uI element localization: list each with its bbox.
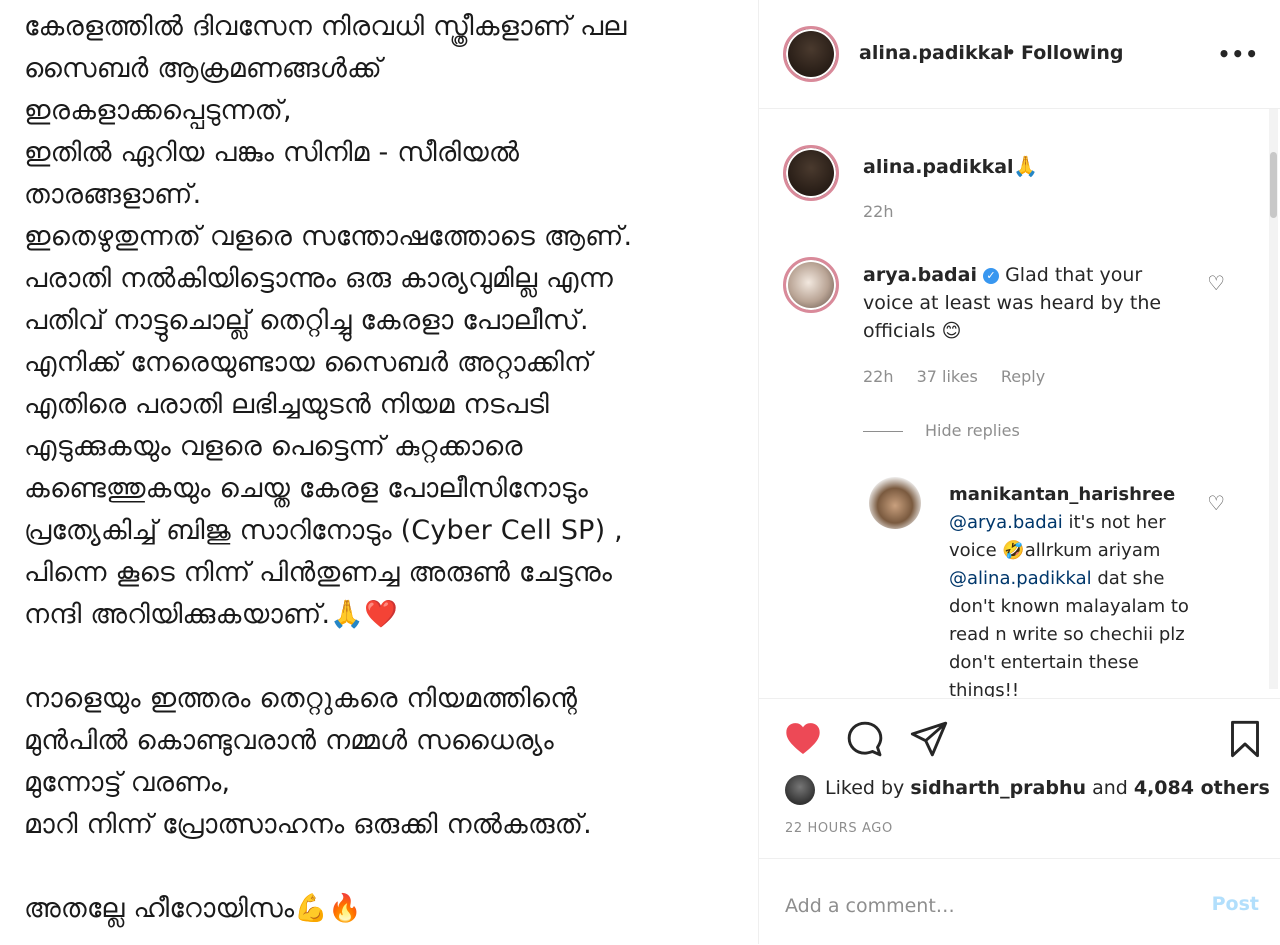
comment: arya.badai ✓ Glad that your voice at lea…: [863, 261, 1183, 345]
mention-link[interactable]: @alina.padikkal: [949, 568, 1092, 589]
liked-by-prefix: Liked by: [825, 777, 911, 799]
comment-icon[interactable]: [845, 719, 885, 759]
post-comment-button[interactable]: Post: [1212, 893, 1259, 915]
hide-replies-button[interactable]: Hide replies: [925, 421, 1020, 440]
comment-username[interactable]: arya.badai: [863, 264, 977, 286]
share-icon[interactable]: [909, 719, 949, 759]
post-line: ഇതിൽ ഏറിയ പങ്കും സിനിമ - സീരിയൽ: [24, 137, 520, 168]
comment-input[interactable]: [783, 889, 1187, 923]
caption-author-avatar[interactable]: [783, 145, 839, 201]
post-sidebar: alina.padikkal • Following ••• alina.pad…: [758, 0, 1280, 944]
commenter-avatar[interactable]: [783, 257, 839, 313]
post-line-blank: [24, 846, 744, 888]
post-line: എതിരെ പരാതി ലഭിച്ചയുടൻ നിയമ നടപടി: [24, 389, 549, 420]
reply-like-icon[interactable]: ♡: [1207, 491, 1225, 515]
comment-meta: 22h 37 likes Reply: [863, 367, 1063, 386]
more-options-icon[interactable]: •••: [1218, 42, 1259, 66]
post-line: കണ്ടെത്തുകയും ചെയ്ത കേരള പോലീസിനോടും: [24, 473, 588, 504]
post-line: പ്രത്യേകിച്ച് ബിജു സാറിനോടും (Cyber Cell…: [24, 515, 623, 546]
post-actions: Liked by sidharth_prabhu and 4,084 other…: [759, 698, 1280, 859]
post-line: ഇരകളാക്കപ്പെടുന്നത്,: [24, 95, 292, 126]
reply-username[interactable]: manikantan_harishree: [949, 484, 1175, 505]
add-comment-bar: Post: [759, 858, 1280, 945]
post-line: അതല്ലേ ഹീറോയിസം💪🔥: [24, 893, 362, 924]
post-image[interactable]: കേരളത്തിൽ ദിവസേന നിരവധി സ്ത്രീകളാണ് പല സ…: [0, 0, 758, 944]
author-avatar[interactable]: [783, 26, 839, 82]
following-button[interactable]: Following: [1021, 42, 1124, 64]
post-line: കേരളത്തിൽ ദിവസേന നിരവധി സ്ത്രീകളാണ് പല: [24, 11, 627, 42]
post-line-blank: [24, 636, 744, 678]
post-line: സൈബർ ആക്രമണങ്ങൾക്ക്: [24, 53, 382, 84]
post-line: നാളെയും ഇത്തരം തെറ്റുകരെ നിയമത്തിന്റെ: [24, 683, 578, 714]
comment-likes[interactable]: 37 likes: [917, 367, 978, 386]
header-separator: •: [1005, 42, 1017, 64]
comment-like-icon[interactable]: ♡: [1207, 271, 1225, 295]
caption-timestamp[interactable]: 22h: [863, 202, 894, 221]
post-line: പതിവ് നാട്ടുചൊല്ല് തെറ്റിച്ചു കേരളാ പോലീ…: [24, 305, 589, 336]
mention-link[interactable]: @arya.badai: [949, 512, 1063, 533]
post-timestamp[interactable]: 22 HOURS AGO: [785, 821, 893, 836]
caption-text: 🙏: [1013, 154, 1038, 178]
post-line: എനിക്ക് നേരെയുണ്ടായ സൈബർ അറ്റാക്കിന്: [24, 347, 592, 378]
liked-by-count[interactable]: 4,084 others: [1134, 777, 1270, 799]
post-text: കേരളത്തിൽ ദിവസേന നിരവധി സ്ത്രീകളാണ് പല സ…: [24, 6, 744, 930]
post-line: താരങ്ങളാണ്.: [24, 179, 202, 210]
post-line: മാറി നിന്ന് പ്രോത്സാഹനം ഒരുക്കി നൽകരുത്.: [24, 809, 592, 840]
liked-by-user[interactable]: sidharth_prabhu: [910, 777, 1086, 799]
post-line: പിന്നെ കൂടെ നിന്ന് പിൻതുണച്ച അരുൺ ചേട്ടന…: [24, 557, 613, 588]
verified-badge-icon: ✓: [983, 268, 1000, 284]
post-header: alina.padikkal • Following •••: [759, 0, 1280, 109]
comments-section: alina.padikkal 🙏 22h arya.badai ✓ Glad t…: [759, 109, 1280, 697]
post-line: നന്ദി അറിയിക്കുകയാണ്.🙏❤️: [24, 599, 398, 630]
likes-summary: Liked by sidharth_prabhu and 4,084 other…: [825, 777, 1270, 799]
post-line: മുൻപിൽ കൊണ്ടുവരാൻ നമ്മൾ സധൈര്യം: [24, 725, 554, 756]
post-line: ഇതെഴുതുന്നത് വളരെ സന്തോഷത്തോടെ ആണ്.: [24, 221, 633, 252]
reply-button[interactable]: Reply: [1001, 367, 1045, 386]
reply-avatar[interactable]: [869, 477, 921, 529]
post-line: മുന്നോട്ട് വരണം,: [24, 767, 231, 798]
hide-replies-divider: [863, 431, 903, 432]
comment-time[interactable]: 22h: [863, 367, 894, 386]
liker-avatar[interactable]: [785, 775, 815, 805]
reply-comment: manikantan_harishree @arya.badai it's no…: [949, 481, 1199, 697]
post-line: പരാതി നൽകിയിട്ടൊന്നും ഒരു കാര്യവുമില്ല എ…: [24, 263, 613, 294]
liked-by-middle: and: [1086, 777, 1134, 799]
heart-icon[interactable]: [783, 719, 823, 759]
bookmark-icon[interactable]: [1225, 719, 1265, 759]
post-line: എടുക്കുകയും വളരെ പെട്ടെന്ന് കുറ്റക്കാരെ: [24, 431, 523, 462]
author-username[interactable]: alina.padikkal: [859, 42, 1010, 64]
caption-username[interactable]: alina.padikkal: [863, 156, 1014, 178]
